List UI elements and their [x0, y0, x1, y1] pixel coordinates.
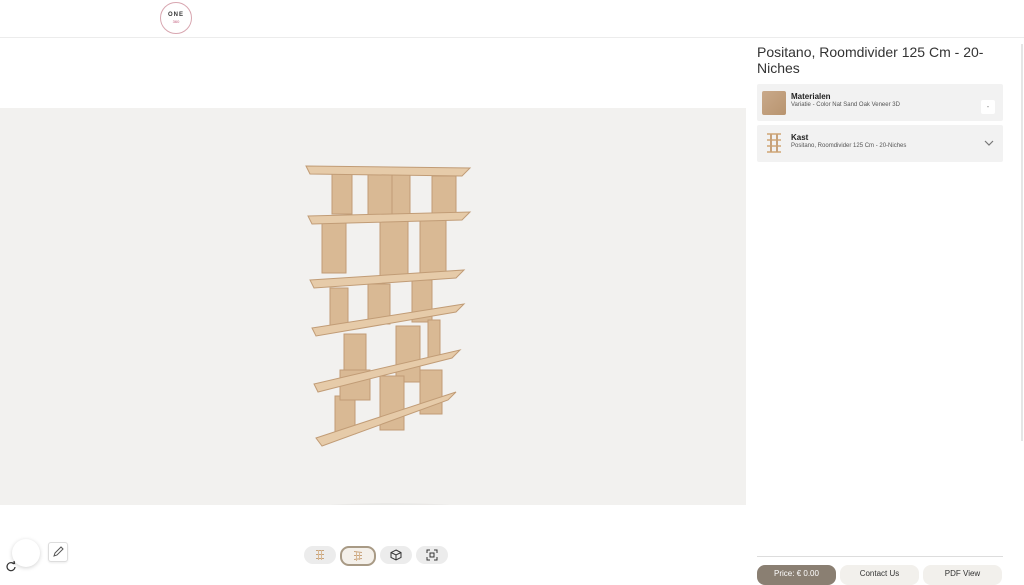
- option-subtitle: Variatie - Color Nat Sand Oak Veneer 3D: [791, 102, 900, 108]
- brand-logo[interactable]: ONE 360: [160, 2, 192, 34]
- option-subtitle: Positano, Roomdivider 125 Cm - 20-Niches: [791, 143, 907, 149]
- top-bar: ONE 360: [0, 0, 1024, 38]
- angle-view-button[interactable]: [340, 546, 376, 566]
- front-view-icon: [316, 550, 324, 560]
- ar-scan-icon: [426, 549, 438, 561]
- bookshelf-model: [305, 165, 472, 447]
- material-swatch: [762, 91, 786, 115]
- logo-subtext: 360: [172, 19, 180, 24]
- logo-text: ONE: [167, 12, 184, 18]
- collapse-button[interactable]: -: [981, 100, 995, 114]
- footer-actions: Price: € 0.00 Contact Us PDF View: [757, 565, 1002, 585]
- option-title: Kast: [791, 133, 809, 142]
- refresh-icon[interactable]: [5, 560, 17, 572]
- pdf-view-button[interactable]: PDF View: [923, 565, 1002, 585]
- configurator-panel: Positano, Roomdivider 125 Cm - 20-Niches…: [757, 44, 1003, 166]
- angle-view-icon: [354, 551, 362, 561]
- price-button[interactable]: Price: € 0.00: [757, 565, 836, 585]
- view-toolbar: [304, 546, 448, 566]
- pencil-icon: [53, 546, 64, 557]
- 3d-view-button[interactable]: [380, 546, 412, 564]
- product-title: Positano, Roomdivider 125 Cm - 20-Niches: [757, 44, 984, 76]
- footer-divider: [757, 556, 1003, 557]
- ar-view-button[interactable]: [416, 546, 448, 564]
- option-title: Materialen: [791, 92, 831, 101]
- option-cabinet[interactable]: Kast Positano, Roomdivider 125 Cm - 20-N…: [757, 125, 1003, 162]
- option-materials[interactable]: Materialen Variatie - Color Nat Sand Oak…: [757, 84, 1003, 121]
- 3d-cube-icon: [390, 549, 402, 561]
- product-3d-viewer[interactable]: [0, 108, 746, 505]
- front-view-button[interactable]: [304, 546, 336, 564]
- edit-button[interactable]: [48, 542, 68, 562]
- shelf-thumbnail-icon: [767, 133, 781, 153]
- contact-us-button[interactable]: Contact Us: [840, 565, 919, 585]
- panel-scrollbar[interactable]: [1021, 44, 1023, 441]
- chevron-down-icon[interactable]: [983, 137, 995, 149]
